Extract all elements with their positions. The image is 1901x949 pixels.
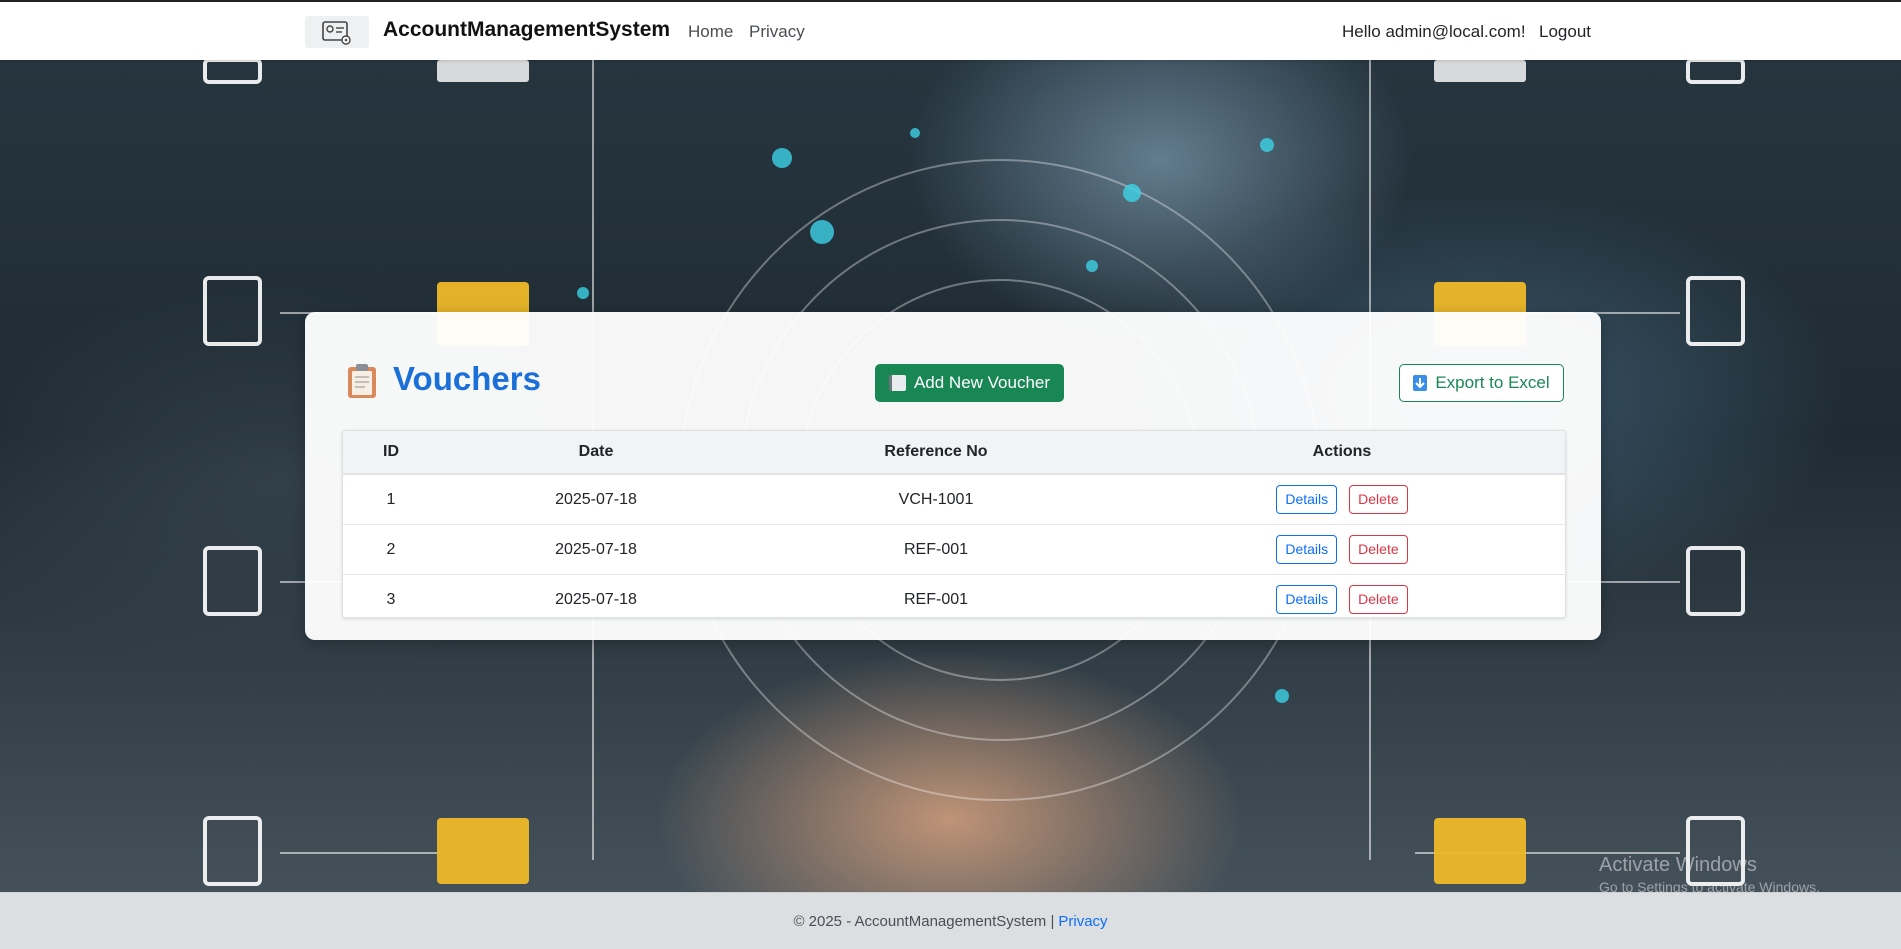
export-to-excel-button[interactable]: Export to Excel — [1399, 364, 1564, 402]
add-new-voucher-button[interactable]: Add New Voucher — [875, 364, 1064, 402]
clipboard-icon — [348, 364, 376, 398]
notebook-icon — [888, 375, 906, 391]
nav-privacy-link[interactable]: Privacy — [749, 22, 805, 42]
details-button[interactable]: Details — [1276, 485, 1338, 514]
nav-home-link[interactable]: Home — [688, 22, 733, 42]
cell-date: 2025-07-18 — [555, 590, 637, 608]
cell-date: 2025-07-18 — [439, 474, 753, 525]
export-to-excel-label: Export to Excel — [1435, 373, 1550, 392]
header-reference-no: Reference No — [753, 431, 1119, 475]
brand-name[interactable]: AccountManagementSystem — [383, 18, 670, 42]
header-date: Date — [439, 431, 753, 475]
cell-actions: Details Delete — [1119, 575, 1565, 618]
header-id: ID — [343, 431, 439, 475]
details-button[interactable]: Details — [1276, 585, 1338, 614]
details-button[interactable]: Details — [1276, 535, 1338, 564]
page-title: Vouchers — [393, 360, 541, 397]
delete-button[interactable]: Delete — [1349, 585, 1408, 614]
account-settings-icon — [322, 21, 351, 45]
delete-button[interactable]: Delete — [1349, 535, 1408, 564]
table-row: 3 2025-07-18 REF-001 Details Delete — [343, 575, 1565, 618]
table-header-row: ID Date Reference No Actions — [343, 431, 1565, 475]
cell-id: 2 — [343, 524, 439, 575]
download-arrow-icon — [1413, 375, 1428, 391]
logout-button[interactable]: Logout — [1539, 22, 1591, 42]
top-navbar: AccountManagementSystem Home Privacy Hel… — [0, 2, 1901, 60]
cell-reference-no: REF-001 — [903, 590, 969, 608]
cell-actions: Details Delete — [1119, 474, 1565, 525]
cell-actions: Details Delete — [1119, 524, 1565, 575]
brand-logo[interactable] — [305, 16, 369, 48]
cell-date: 2025-07-18 — [439, 524, 753, 575]
user-greeting-link[interactable]: Hello admin@local.com! — [1342, 22, 1526, 42]
table-row: 1 2025-07-18 VCH-1001 Details Delete — [343, 474, 1565, 525]
cell-reference-no: REF-001 — [753, 524, 1119, 575]
add-new-voucher-label: Add New Voucher — [913, 373, 1051, 392]
vouchers-card: Vouchers Add New Voucher Export to Excel… — [305, 312, 1601, 640]
activate-windows-watermark-title: Activate Windows — [1599, 854, 1757, 876]
table-row: 2 2025-07-18 REF-001 Details Delete — [343, 524, 1565, 575]
cell-id: 3 — [386, 590, 396, 608]
footer-copyright: © 2025 - AccountManagementSystem | — [793, 912, 1055, 930]
delete-button[interactable]: Delete — [1349, 485, 1408, 514]
page-footer: © 2025 - AccountManagementSystem | Priva… — [0, 892, 1901, 949]
footer-privacy-link[interactable]: Privacy — [1058, 913, 1107, 930]
header-actions: Actions — [1119, 431, 1565, 475]
vouchers-table: ID Date Reference No Actions 1 2025-07-1… — [342, 430, 1566, 618]
cell-id: 1 — [343, 474, 439, 525]
cell-reference-no: VCH-1001 — [753, 474, 1119, 525]
